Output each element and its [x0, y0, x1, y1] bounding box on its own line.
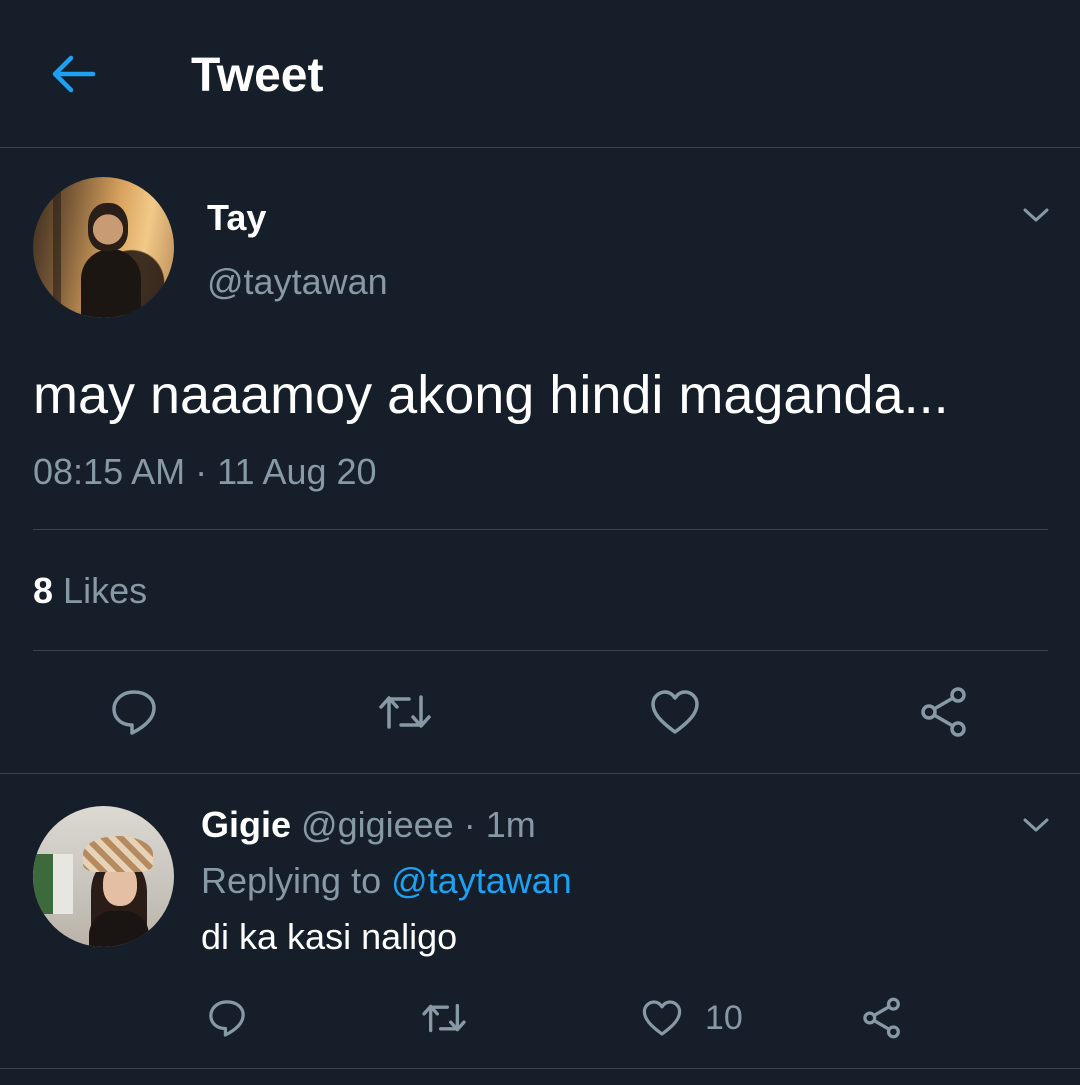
reply-time: 1m — [485, 804, 536, 845]
reply-text: di ka kasi naligo — [201, 916, 458, 957]
page-title: Tweet — [191, 49, 324, 102]
chevron-down-icon — [1023, 208, 1049, 222]
author-handle[interactable]: @taytawan — [207, 260, 388, 304]
tweet-menu-button[interactable] — [1019, 198, 1053, 232]
like-button[interactable] — [645, 682, 705, 742]
reply-icon — [209, 1000, 245, 1037]
retweet-icon — [379, 695, 431, 729]
share-icon — [921, 687, 966, 737]
tweet-text: may naaamoy akong hindi maganda... — [33, 365, 949, 425]
divider — [0, 773, 1080, 774]
replying-to-handle-link[interactable]: @taytawan — [391, 860, 572, 901]
divider — [33, 529, 1048, 530]
reply-retweet-button[interactable] — [418, 994, 470, 1042]
retweet-icon — [422, 1003, 466, 1033]
share-button[interactable] — [914, 682, 974, 742]
reply-button[interactable] — [104, 682, 164, 742]
author-avatar[interactable] — [33, 177, 174, 318]
divider — [0, 1068, 1080, 1069]
reply-author-name[interactable]: Gigie — [201, 804, 291, 845]
replying-to-label: Replying to — [201, 860, 382, 901]
arrow-left-icon — [52, 55, 96, 93]
likes-stat[interactable]: 8 Likes — [33, 569, 147, 613]
tweet-timestamp: 08:15 AM · 11 Aug 20 — [33, 451, 377, 492]
reply-menu-button[interactable] — [1019, 808, 1053, 842]
likes-label: Likes — [63, 570, 148, 611]
top-app-bar: Tweet — [0, 0, 1080, 148]
reply-reply-button[interactable] — [203, 994, 251, 1042]
chevron-down-icon — [1023, 818, 1049, 832]
divider — [33, 650, 1048, 651]
replying-to: Replying to @taytawan — [201, 859, 572, 903]
reply-author-handle[interactable]: @gigieee — [301, 804, 454, 845]
like-icon — [651, 690, 699, 734]
tweet-detail-page: Tweet Tay @taytawan may naaamoy akong hi… — [0, 0, 1080, 1085]
author-name[interactable]: Tay — [207, 196, 266, 240]
reply-like-count: 10 — [705, 999, 743, 1037]
like-icon — [642, 1000, 682, 1036]
reply-author-avatar[interactable] — [33, 806, 174, 947]
reply-header: Gigie @gigieee · 1m — [201, 803, 536, 847]
back-button[interactable] — [48, 50, 100, 98]
reply-share-button[interactable] — [858, 994, 906, 1042]
share-icon — [863, 997, 900, 1039]
retweet-button[interactable] — [374, 682, 436, 742]
likes-count: 8 — [33, 570, 54, 611]
reply-like-button[interactable] — [638, 994, 686, 1042]
separator-dot: · — [463, 804, 476, 845]
reply-icon — [112, 690, 156, 735]
